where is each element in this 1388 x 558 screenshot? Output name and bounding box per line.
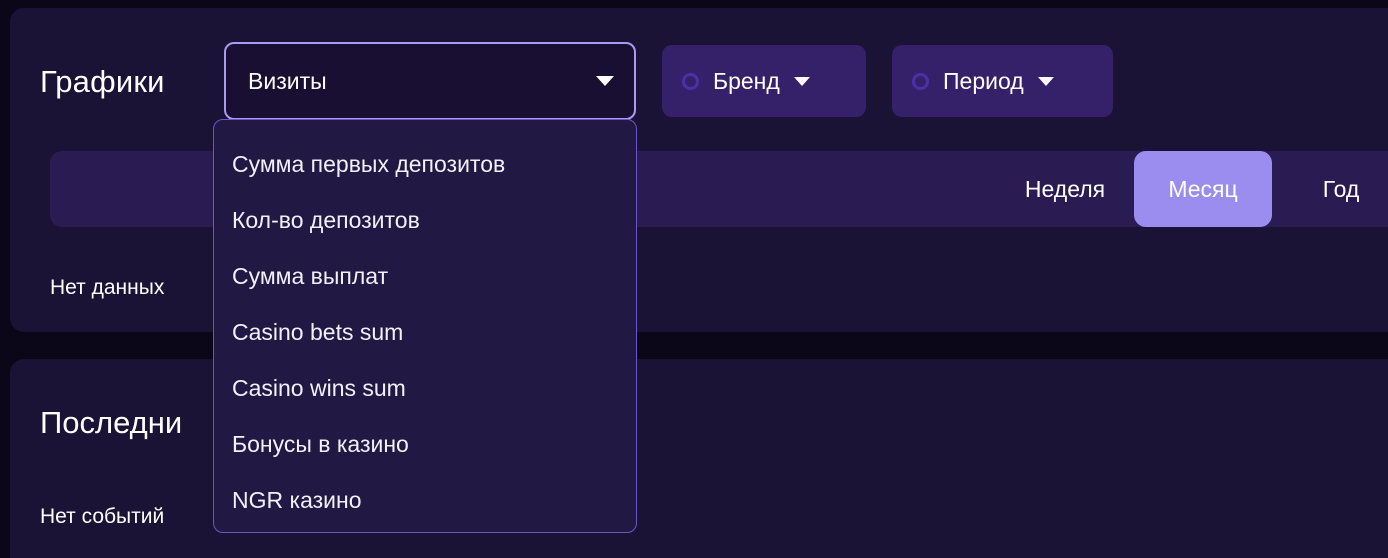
- chevron-down-icon: [793, 76, 810, 86]
- circle-outline-icon: [682, 72, 699, 90]
- range-tab-year[interactable]: Год: [1272, 151, 1388, 227]
- dropdown-option-4[interactable]: Casino wins sum: [214, 360, 636, 416]
- charts-empty-state: Нет данных: [50, 276, 165, 299]
- dropdown-option-5[interactable]: Бонусы в казино: [214, 416, 636, 472]
- filter-chip-period[interactable]: Период: [892, 45, 1113, 117]
- dropdown-option-0[interactable]: Сумма первых депозитов: [214, 136, 636, 192]
- events-title: Последни: [40, 405, 183, 440]
- charts-header: Графики: [40, 36, 165, 126]
- filter-chip-brand-label: Бренд: [713, 67, 780, 94]
- range-tab-month[interactable]: Месяц: [1134, 151, 1272, 227]
- chevron-down-icon: [1037, 76, 1054, 86]
- metric-select-dropdown: Сумма первых депозитов Кол-во депозитов …: [213, 119, 637, 533]
- dropdown-option-3[interactable]: Casino bets sum: [214, 304, 636, 360]
- dropdown-option-1[interactable]: Кол-во депозитов: [214, 192, 636, 248]
- circle-outline-icon: [912, 72, 929, 90]
- filter-chip-period-label: Период: [943, 67, 1024, 94]
- metric-select-value: Визиты: [248, 67, 327, 94]
- range-tab-week[interactable]: Неделя: [996, 151, 1134, 227]
- events-empty-state: Нет событий: [40, 505, 165, 528]
- filter-chip-brand[interactable]: Бренд: [662, 45, 866, 117]
- app-root: Графики Визиты Бренд Период Неделя Месяц…: [0, 0, 1388, 558]
- chevron-down-icon: [596, 76, 614, 86]
- page-title: Графики: [40, 63, 165, 99]
- metric-select-trigger[interactable]: Визиты: [224, 42, 636, 120]
- metric-select[interactable]: Визиты: [224, 42, 636, 120]
- dropdown-option-6[interactable]: NGR казино: [214, 472, 636, 528]
- dropdown-option-2[interactable]: Сумма выплат: [214, 248, 636, 304]
